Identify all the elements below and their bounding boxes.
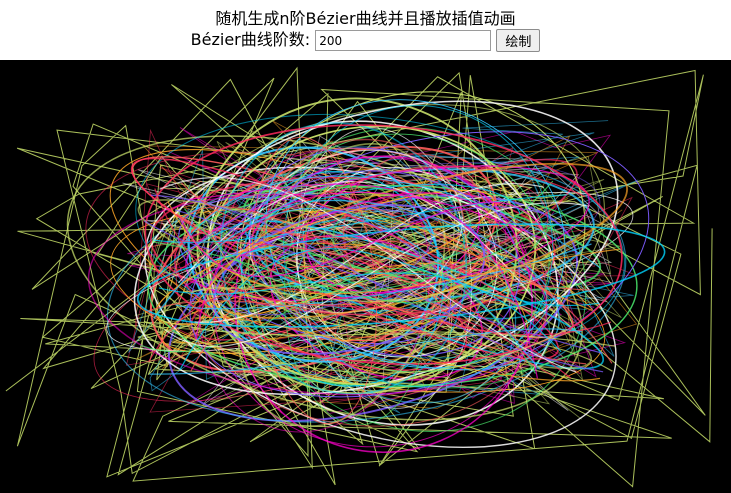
order-label: Bézier曲线阶数: [190,30,311,49]
bezier-drawing [0,60,731,493]
header: 随机生成n阶Bézier曲线并且播放插值动画 Bézier曲线阶数: 绘制 [0,0,731,60]
draw-button[interactable]: 绘制 [496,29,541,52]
bezier-canvas [0,60,731,493]
page-title: 随机生成n阶Bézier曲线并且播放插值动画 [215,9,516,28]
order-input[interactable] [315,30,492,51]
control-row: Bézier曲线阶数: 绘制 [0,29,731,52]
